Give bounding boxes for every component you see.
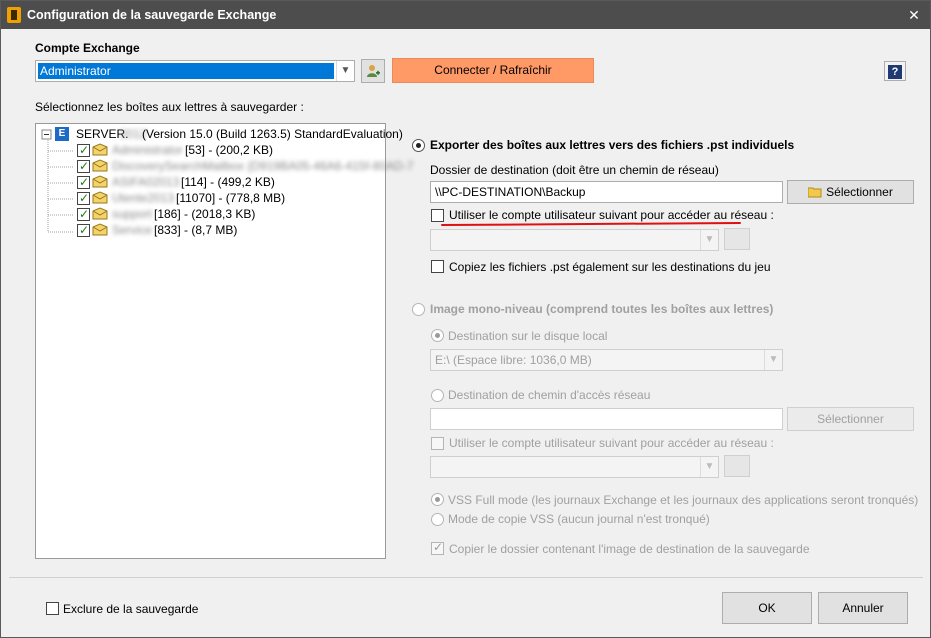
local-destination-radio[interactable] <box>431 329 444 342</box>
help-icon: ? <box>888 65 902 79</box>
mailboxes-label: Sélectionnez les boîtes aux lettres à sa… <box>35 100 304 114</box>
help-button[interactable]: ? <box>884 61 906 81</box>
local-drive-value: E:\ (Espace libre: 1036,0 MB) <box>435 353 592 367</box>
image-use-account-label[interactable]: Utiliser le compte utilisateur suivant p… <box>449 436 774 450</box>
mailbox-name: ASIFA02013 <box>112 175 180 189</box>
vss-copy-radio[interactable] <box>431 513 444 526</box>
destination-folder-input[interactable]: \\PC-DESTINATION\Backup <box>430 181 783 203</box>
exclude-checkbox[interactable] <box>46 602 59 615</box>
exchange-server-icon: E <box>55 127 69 141</box>
mailbox-info: [186] - (2018,3 KB) <box>154 207 256 221</box>
image-use-account-checkbox[interactable] <box>431 437 444 450</box>
mailbox-name: Utente2013 <box>112 191 175 205</box>
image-radio[interactable] <box>412 303 425 316</box>
mailbox-checkbox[interactable] <box>77 158 90 174</box>
copy-folder-label[interactable]: Copier le dossier contenant l'image de d… <box>449 542 810 556</box>
mailbox-checkbox[interactable] <box>77 222 90 238</box>
image-network-account-select[interactable]: ▼ <box>430 456 719 478</box>
account-label: Compte Exchange <box>35 41 140 55</box>
local-destination-label[interactable]: Destination sur le disque local <box>448 329 607 343</box>
ok-button[interactable]: OK <box>722 592 812 624</box>
chevron-down-icon[interactable]: ▼ <box>700 230 718 250</box>
network-destination-input[interactable] <box>430 408 783 430</box>
mailbox-info: [11070] - (778,8 MB) <box>176 191 286 205</box>
export-pst-label[interactable]: Exporter des boîtes aux lettres vers des… <box>430 138 794 152</box>
chevron-down-icon[interactable]: ▼ <box>764 350 782 370</box>
copy-pst-label[interactable]: Copiez les fichiers .pst également sur l… <box>449 260 771 274</box>
server-info: (Version 15.0 (Build 1263.5) StandardEva… <box>142 127 403 141</box>
local-drive-select[interactable]: E:\ (Espace libre: 1036,0 MB) ▼ <box>430 349 783 371</box>
network-destination-label[interactable]: Destination de chemin d'accès réseau <box>448 388 650 402</box>
copy-pst-checkbox[interactable] <box>431 260 444 273</box>
mailbox-checkbox[interactable] <box>77 190 90 206</box>
mailbox-icon <box>92 207 108 220</box>
destination-folder-label: Dossier de destination (doit être un che… <box>430 163 719 177</box>
footer-divider <box>9 577 923 578</box>
mailbox-tree[interactable]: E SERVER. 2012 (Version 15.0 (Build 1263… <box>35 123 414 559</box>
close-button[interactable]: ✕ <box>904 5 924 25</box>
account-select[interactable]: Administrator ▼ <box>35 60 355 82</box>
vss-full-label[interactable]: VSS Full mode (les journaux Exchange et … <box>448 493 918 507</box>
exclude-label[interactable]: Exclure de la sauvegarde <box>63 602 198 616</box>
connect-refresh-button[interactable]: Connecter / Rafraîchir <box>392 58 594 83</box>
vss-full-radio[interactable] <box>431 493 444 506</box>
network-destination-radio[interactable] <box>431 389 444 402</box>
use-network-account-checkbox[interactable] <box>431 209 444 222</box>
select-destination-button[interactable]: Sélectionner <box>787 180 914 204</box>
cancel-button[interactable]: Annuler <box>818 592 908 624</box>
mailbox-icon <box>92 191 108 204</box>
account-selected-value: Administrator <box>38 63 334 79</box>
network-account-select[interactable]: ▼ <box>430 229 719 251</box>
use-network-account-label[interactable]: Utiliser le compte utilisateur suivant p… <box>449 208 774 222</box>
image-network-account-options-button[interactable] <box>724 455 750 477</box>
mailbox-name: support <box>112 207 153 221</box>
vss-copy-label[interactable]: Mode de copie VSS (aucun journal n'est t… <box>448 512 710 526</box>
dialog-window: Configuration de la sauvegarde Exchange … <box>0 0 931 638</box>
mailbox-info: [53] - (200,2 KB) <box>185 143 274 157</box>
red-annotation-underline <box>440 221 742 227</box>
mailbox-name: Service <box>112 223 153 237</box>
title-bar: Configuration de la sauvegarde Exchange … <box>1 1 930 29</box>
copy-folder-checkbox[interactable] <box>431 540 444 555</box>
mailbox-name: Administrator <box>112 143 183 157</box>
export-pst-radio[interactable] <box>412 139 425 152</box>
mailbox-icon <box>92 175 108 188</box>
mailbox-checkbox[interactable] <box>77 206 90 222</box>
folder-icon <box>807 187 822 198</box>
chevron-down-icon[interactable]: ▼ <box>336 61 354 81</box>
app-logo-icon <box>7 7 21 23</box>
chevron-down-icon[interactable]: ▼ <box>700 457 718 477</box>
mailbox-checkbox[interactable] <box>77 174 90 190</box>
mailbox-icon <box>92 159 108 172</box>
user-add-icon <box>367 65 380 77</box>
mailbox-info: [833] - (8,7 MB) <box>154 223 238 237</box>
add-user-button[interactable] <box>361 59 385 83</box>
image-option-label[interactable]: Image mono-niveau (comprend toutes les b… <box>430 302 773 316</box>
select-destination-label: Sélectionner <box>826 185 893 199</box>
network-account-options-button[interactable] <box>724 228 750 250</box>
mailbox-checkbox[interactable] <box>77 142 90 158</box>
mailbox-icon <box>92 223 108 236</box>
mailbox-icon <box>92 143 108 156</box>
mailbox-info: [114] - (499,2 KB) <box>181 175 275 189</box>
mailbox-name: DiscoverySearchMailbox {D919BA05-46A6-41… <box>112 159 414 173</box>
select-network-button[interactable]: Sélectionner <box>787 407 914 431</box>
window-title: Configuration de la sauvegarde Exchange <box>27 8 277 22</box>
